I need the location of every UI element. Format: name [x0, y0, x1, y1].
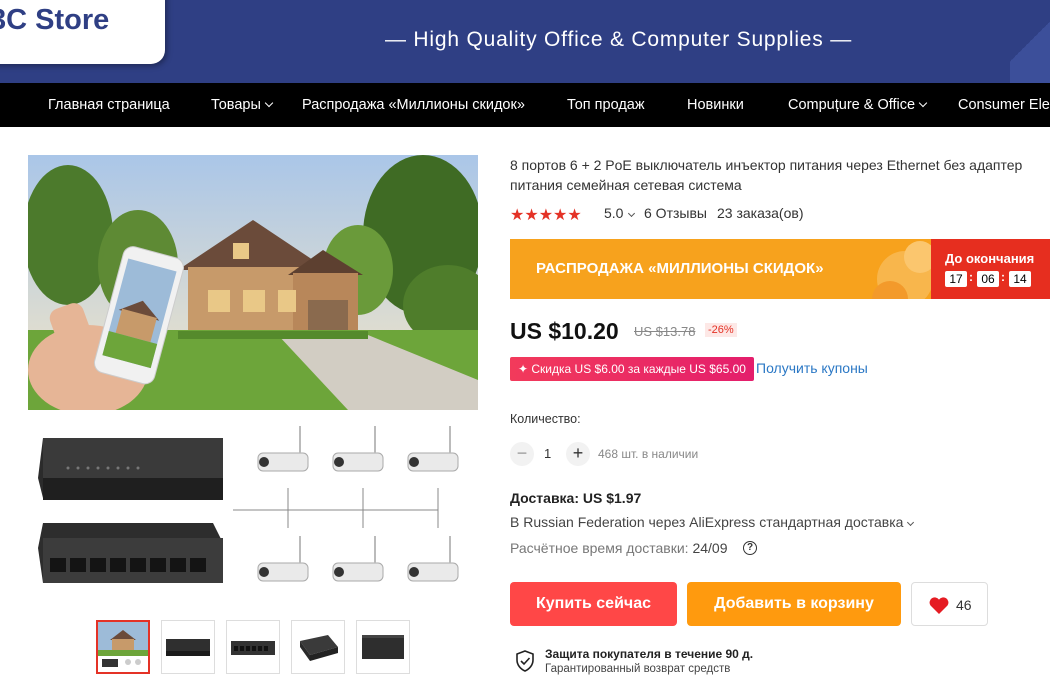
quantity-increase-button[interactable]: +	[566, 442, 590, 466]
switch-top-view	[38, 438, 223, 500]
countdown-seconds: 14	[1009, 271, 1031, 287]
shipping-destination-text: В Russian Federation через AliExpress ст…	[510, 514, 904, 530]
thumbnail-1[interactable]	[96, 620, 150, 674]
help-question-icon[interactable]: ?	[743, 541, 757, 555]
nav-computer-office-label: Compuțure & Office	[788, 97, 916, 113]
nav-sale-label: Распродажа «Миллионы скидок»	[302, 97, 525, 113]
buy-now-button[interactable]: Купить сейчас	[510, 582, 677, 626]
store-tagline: — High Quality Office & Computer Supplie…	[385, 28, 853, 51]
current-price: US $10.20	[510, 318, 619, 344]
thumbnail-4[interactable]	[291, 620, 345, 674]
nav-top-sellers[interactable]: Топ продаж	[567, 83, 645, 127]
store-name: 3C Store	[0, 4, 110, 36]
wishlist-count: 46	[956, 597, 972, 613]
buyer-protection-subtitle: Гарантированный возврат средств	[545, 663, 731, 675]
product-diagram-image	[28, 418, 478, 618]
store-header-banner: 3C Store — High Quality Office & Compute…	[0, 0, 1050, 83]
chevron-down-icon	[907, 518, 915, 527]
thumbnail-5[interactable]	[356, 620, 410, 674]
orders-count: 23 заказа(ов)	[717, 205, 804, 221]
rating-value[interactable]: 5.0	[604, 205, 636, 221]
nav-computer-office[interactable]: Compuțure & Office	[788, 83, 928, 127]
sale-decoration-icon	[872, 241, 936, 299]
sale-banner[interactable]: РАСПРОДАЖА «МИЛЛИОНЫ СКИДОК» До окончани…	[510, 239, 1050, 299]
banner-decoration	[1010, 0, 1050, 83]
stock-available: 468 шт. в наличии	[598, 447, 699, 461]
nav-products[interactable]: Товары	[211, 83, 274, 127]
wishlist-button[interactable]: 46	[911, 582, 988, 626]
sale-banner-label: РАСПРОДАЖА «МИЛЛИОНЫ СКИДОК»	[536, 260, 824, 277]
delivery-estimate-label: Расчётное время доставки:	[510, 540, 689, 556]
nav-home[interactable]: Главная страница	[48, 83, 170, 127]
delivery-estimate: Расчётное время доставки: 24/09	[510, 540, 728, 556]
store-logo-box[interactable]: 3C Store	[0, 0, 165, 64]
shipping-destination[interactable]: В Russian Federation через AliExpress ст…	[510, 514, 915, 530]
shipping-cost: Доставка: US $1.97	[510, 490, 642, 506]
countdown-minutes: 06	[977, 271, 999, 287]
chevron-down-icon	[264, 98, 274, 108]
nav-products-label: Товары	[211, 97, 261, 113]
poe-switch-camera-diagram	[38, 426, 459, 583]
house-photo-illustration	[28, 155, 478, 410]
nav-home-label: Главная страница	[48, 97, 170, 113]
chevron-down-icon	[628, 209, 636, 218]
countdown-separator: :	[1001, 270, 1005, 284]
coupon-badge: ✦ Скидка US $6.00 за каждые US $65.00	[510, 357, 754, 381]
nav-consumer-electronics[interactable]: Consumer Ele	[958, 83, 1050, 127]
rating-number: 5.0	[604, 205, 624, 221]
countdown-label: До окончания	[945, 251, 1035, 266]
buyer-protection-title[interactable]: Защита покупателя в течение 90 д.	[545, 647, 753, 661]
heart-icon	[929, 597, 949, 614]
product-title: 8 портов 6 + 2 PoE выключатель инъектор …	[510, 157, 1023, 193]
nav-new-arrivals[interactable]: Новинки	[687, 83, 744, 127]
nav-top-sellers-label: Топ продаж	[567, 97, 645, 113]
quantity-decrease-button[interactable]: −	[510, 442, 534, 466]
nav-new-arrivals-label: Новинки	[687, 97, 744, 113]
chevron-down-icon	[918, 98, 928, 108]
countdown-separator: :	[969, 270, 973, 284]
nav-sale[interactable]: Распродажа «Миллионы скидок»	[302, 83, 525, 127]
product-main-image[interactable]	[28, 155, 478, 410]
nav-consumer-electronics-label: Consumer Ele	[958, 97, 1050, 113]
countdown-hours: 17	[945, 271, 967, 287]
reviews-count[interactable]: 6 Отзывы	[644, 205, 707, 221]
sale-countdown: До окончания 17 : 06 : 14	[931, 239, 1050, 299]
add-to-cart-button[interactable]: Добавить в корзину	[687, 582, 901, 626]
original-price: US $13.78	[634, 324, 696, 339]
thumbnail-3[interactable]	[226, 620, 280, 674]
store-nav-bar: Главная страница Товары Распродажа «Милл…	[0, 83, 1050, 127]
discount-badge: -26%	[705, 323, 737, 337]
quantity-label: Количество:	[510, 412, 581, 426]
star-rating-icons: ★★★★★	[510, 207, 582, 224]
shield-check-icon	[516, 650, 534, 672]
delivery-estimate-date: 24/09	[692, 540, 728, 556]
get-coupons-link[interactable]: Получить купоны	[756, 360, 868, 376]
switch-front-view	[38, 523, 223, 583]
thumbnail-2[interactable]	[161, 620, 215, 674]
quantity-value[interactable]: 1	[544, 446, 551, 461]
